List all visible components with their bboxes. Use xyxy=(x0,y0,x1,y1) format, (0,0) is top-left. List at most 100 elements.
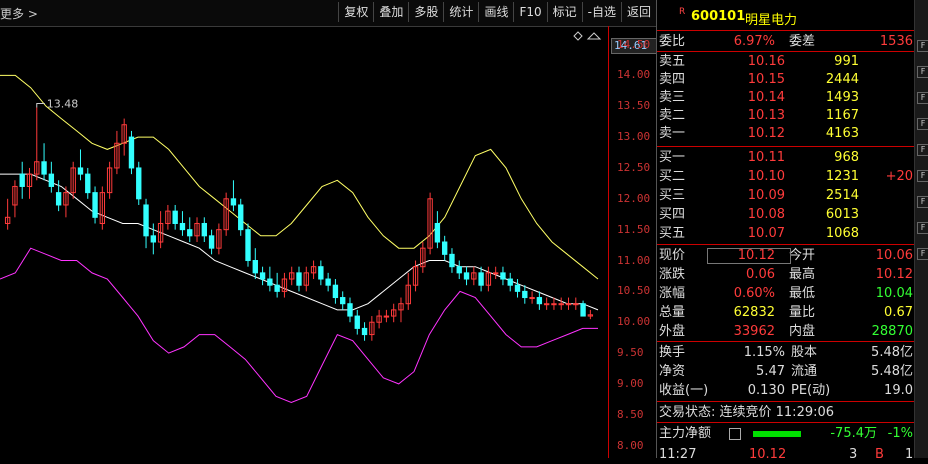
candle-body xyxy=(449,253,455,268)
tick-count: 1 xyxy=(905,447,914,462)
ask-volume: 991 xyxy=(834,54,859,69)
candle-body xyxy=(340,297,346,305)
sidebar-tool-icon[interactable]: F xyxy=(917,40,928,52)
stat-value: 28870 xyxy=(871,324,913,339)
candle-body xyxy=(238,204,244,231)
weicha-label: 委差 xyxy=(789,34,816,49)
candle-body xyxy=(347,303,353,317)
candle-body xyxy=(41,161,47,175)
stat-value: 5.48亿 xyxy=(871,364,913,379)
toolbar-button[interactable]: 统计 xyxy=(443,2,478,22)
stat-label: 净资 xyxy=(659,364,686,379)
toolbar-buttons: 复权 叠加 多股 统计 画线 F10 标记 -自选 返回 xyxy=(338,2,656,22)
divider xyxy=(657,401,915,402)
bid-label: 买五 xyxy=(659,226,686,241)
high-price-label: 13.48 xyxy=(47,97,79,110)
candle-body xyxy=(565,303,572,306)
candle-body xyxy=(332,284,339,299)
ask-row: 卖四 10.15 2444 xyxy=(657,70,915,89)
sidebar-tool-icon[interactable]: F xyxy=(917,170,928,182)
ask-label: 卖三 xyxy=(659,90,686,105)
stat-label: 最低 xyxy=(789,286,816,301)
toolbar-button[interactable]: F10 xyxy=(513,2,546,22)
candle-body xyxy=(551,303,557,306)
stock-header: R 600101 明星电力 xyxy=(657,0,915,31)
axis-tick-label: 9.00 xyxy=(617,376,644,390)
ask-label: 卖四 xyxy=(659,72,686,87)
candle-body xyxy=(267,278,273,286)
candle-body xyxy=(529,297,535,300)
kline-chart[interactable]: 13.48 xyxy=(0,26,608,458)
sidebar-tool-icon[interactable]: F xyxy=(917,248,928,260)
weibi-value: 6.97% xyxy=(733,34,775,49)
candle-body xyxy=(325,278,331,286)
diamond-icon[interactable] xyxy=(573,31,583,41)
toolbar-button[interactable]: 叠加 xyxy=(373,2,408,22)
toolbar-button[interactable]: -自选 xyxy=(581,2,621,22)
weibi-row: 委比 6.97% 委差 1536 xyxy=(657,32,915,51)
stat-label: 涨幅 xyxy=(659,286,686,301)
stat-value: 0.67 xyxy=(884,305,913,320)
stock-name[interactable]: 明星电力 xyxy=(745,9,797,28)
bid-volume: 968 xyxy=(834,150,859,165)
axis-tick-label: 13.00 xyxy=(617,130,651,144)
stat-label: 外盘 xyxy=(659,324,686,339)
sidebar-tool-icon[interactable]: F xyxy=(917,222,928,234)
candle-body xyxy=(136,167,142,200)
price-axis: 14.61 14.50 14.00 13.50 13.00 12.50 12.00 11.5… xyxy=(608,26,659,458)
stat-label: 涨跌 xyxy=(659,267,686,282)
toolbar-button[interactable]: 返回 xyxy=(620,2,656,22)
stat-label: 今开 xyxy=(789,248,816,263)
axis-tick-label: 10.50 xyxy=(617,284,651,298)
toolbar-button[interactable]: 标记 xyxy=(546,2,582,22)
tick-price: 10.12 xyxy=(749,447,787,462)
triangle-icon[interactable] xyxy=(586,32,602,40)
sidebar-tool-icon[interactable]: F xyxy=(917,118,928,130)
stock-code[interactable]: 600101 xyxy=(691,9,745,24)
axis-tick-label: 14.50 xyxy=(617,37,651,51)
candle-body xyxy=(274,284,280,292)
quote-panel: R 600101 明星电力 委比 6.97% 委差 1536 卖五 10.16 991 卖四 1… xyxy=(656,0,915,462)
axis-tick-label: 8.50 xyxy=(617,407,644,421)
trade-status-row: 交易状态: 连续竞价 11:29:06 xyxy=(657,403,915,422)
stat-value: 62832 xyxy=(733,305,775,320)
candle-body xyxy=(143,204,149,237)
ask-volume: 2444 xyxy=(825,72,859,87)
bid-price: 10.08 xyxy=(747,207,785,222)
more-menu[interactable]: 更多 > xyxy=(0,5,38,22)
stat-label: 总量 xyxy=(659,305,686,320)
sidebar-tool-icon[interactable]: F xyxy=(917,144,928,156)
sidebar-tool-icon[interactable]: F xyxy=(917,66,928,78)
toolbar-button[interactable]: 复权 xyxy=(338,2,373,22)
ask-price: 10.15 xyxy=(747,72,785,87)
stat-value: 0.06 xyxy=(746,267,775,282)
candle-body xyxy=(85,173,91,194)
tick-flag: B xyxy=(875,447,884,462)
toolbar-button[interactable]: 画线 xyxy=(478,2,513,22)
main-flow-pct: -1% xyxy=(887,426,913,441)
bid-row: 买二 10.10 1231 +20 xyxy=(657,167,915,186)
candle-body xyxy=(536,297,543,305)
ask-price: 10.12 xyxy=(747,126,785,141)
sidebar-tool-icon[interactable]: F xyxy=(917,196,928,208)
sidebar-tool-icon[interactable]: F xyxy=(917,92,928,104)
bid-label: 买三 xyxy=(659,188,686,203)
candle-body xyxy=(456,266,462,274)
stat-value: 10.06 xyxy=(875,248,913,263)
list-icon[interactable] xyxy=(729,428,741,440)
candle-body xyxy=(441,241,448,255)
candle-body xyxy=(201,222,207,237)
stat-row: 外盘 33962 内盘 28870 xyxy=(657,322,915,341)
candle-body xyxy=(150,235,157,243)
tick-volume: 3 xyxy=(849,447,858,462)
ask-label: 卖一 xyxy=(659,126,686,141)
candle-body xyxy=(208,235,215,249)
toolbar-button[interactable]: 多股 xyxy=(408,2,443,22)
r-badge: R xyxy=(679,7,686,17)
stat-value: 5.48亿 xyxy=(871,345,913,360)
stat-value: 1.15% xyxy=(743,345,785,360)
candle-body xyxy=(179,222,186,231)
stat-label: 股本 xyxy=(791,345,818,360)
divider xyxy=(657,422,915,423)
bid-price: 10.09 xyxy=(747,188,785,203)
